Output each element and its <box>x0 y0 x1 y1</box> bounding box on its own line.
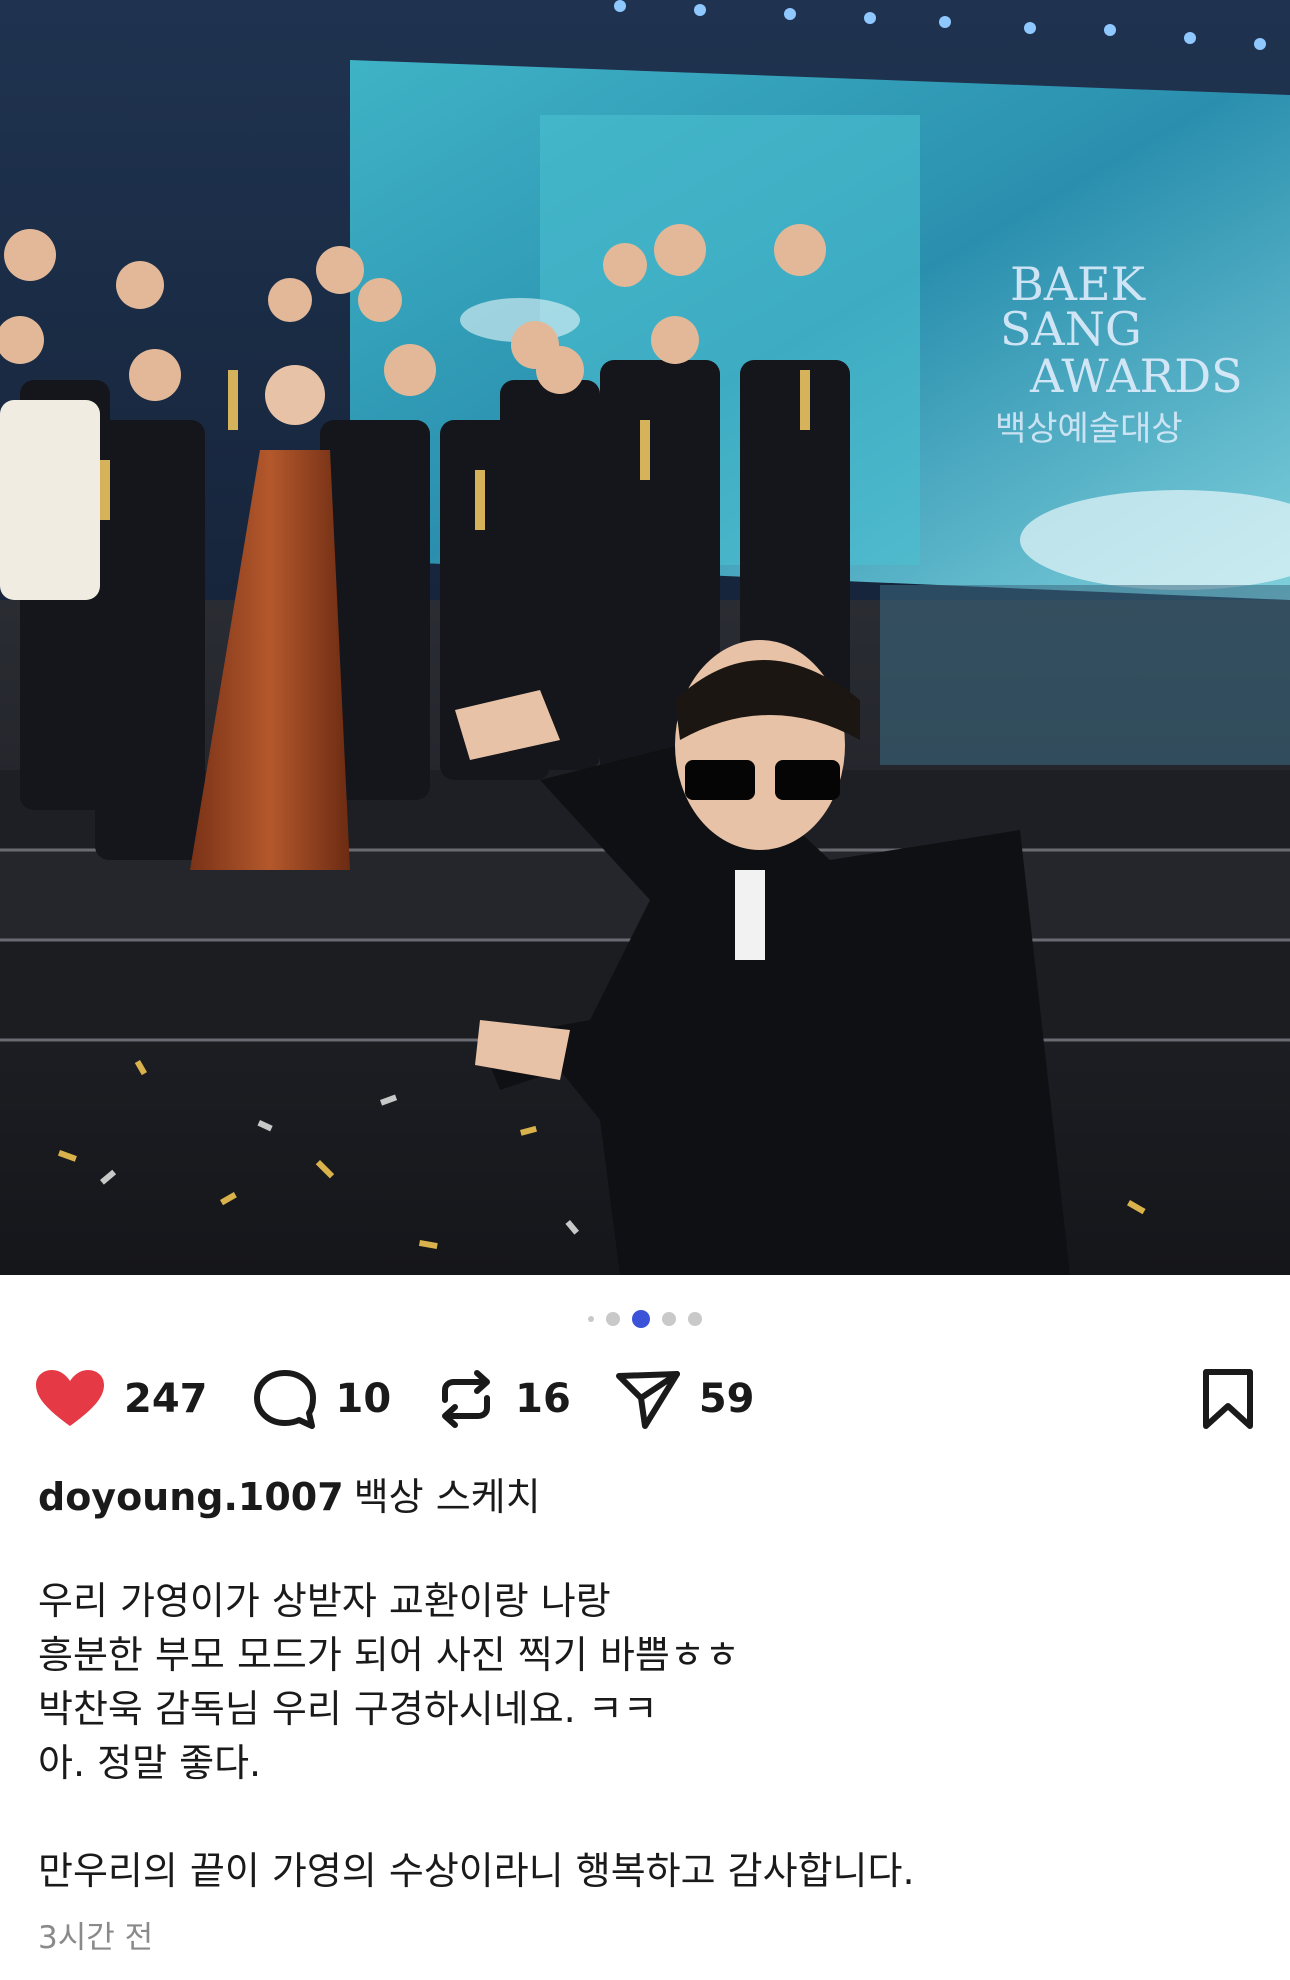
caption-closing-line: 만우리의 끝이 가영의 수상이라니 행복하고 감사합니다. <box>38 1849 915 1893</box>
like-button[interactable]: 247 <box>34 1368 208 1430</box>
like-count: 247 <box>124 1376 208 1422</box>
heart-icon <box>36 1370 104 1426</box>
username-link[interactable]: doyoung.1007 <box>38 1475 344 1519</box>
caption-line: 우리 가영이가 상받자 교환이랑 나랑 <box>38 1579 611 1623</box>
carousel-indicator <box>0 1309 1290 1329</box>
bookmark-button[interactable] <box>1200 1368 1256 1434</box>
caption-title: 백상 스케치 <box>353 1475 541 1519</box>
bookmark-icon <box>1203 1369 1253 1429</box>
share-count: 59 <box>698 1376 755 1422</box>
send-icon <box>615 1371 680 1429</box>
share-button[interactable]: 59 <box>615 1368 755 1430</box>
comment-button[interactable]: 10 <box>252 1368 392 1430</box>
caption-line: 아. 정말 좋다. <box>38 1741 262 1785</box>
repost-count: 16 <box>515 1376 571 1422</box>
comment-count: 10 <box>335 1376 392 1422</box>
caption-line: 박찬욱 감독님 우리 구경하시네요. ㅋㅋ <box>38 1687 658 1731</box>
repost-button[interactable]: 16 <box>435 1368 571 1430</box>
post-photo[interactable]: BAEK SANG AWARDS 백상예술대상 <box>0 0 1290 1275</box>
carousel-dot <box>662 1312 676 1326</box>
caption-line: 흥분한 부모 모드가 되어 사진 찍기 바쁨ㅎㅎ <box>38 1633 740 1677</box>
award-stage-photo: BAEK SANG AWARDS 백상예술대상 <box>0 0 1290 1275</box>
caption-header: doyoung.1007 백상 스케치 <box>38 1466 541 1521</box>
carousel-dot <box>606 1312 620 1326</box>
comment-icon <box>253 1370 316 1429</box>
svg-text:백상예술대상: 백상예술대상 <box>995 409 1183 449</box>
repost-icon <box>442 1370 491 1428</box>
post-timestamp: 3시간 전 <box>38 1920 154 1956</box>
carousel-dot <box>588 1316 594 1322</box>
svg-text:SANG: SANG <box>1000 302 1142 356</box>
action-bar: 247 10 16 59 <box>34 1368 1256 1430</box>
caption-body: 우리 가영이가 상받자 교환이랑 나랑 흥분한 부모 모드가 되어 사진 찍기 … <box>38 1574 1248 1898</box>
carousel-dot-active <box>632 1310 650 1328</box>
carousel-dot <box>688 1312 702 1326</box>
svg-text:AWARDS: AWARDS <box>1029 349 1243 403</box>
